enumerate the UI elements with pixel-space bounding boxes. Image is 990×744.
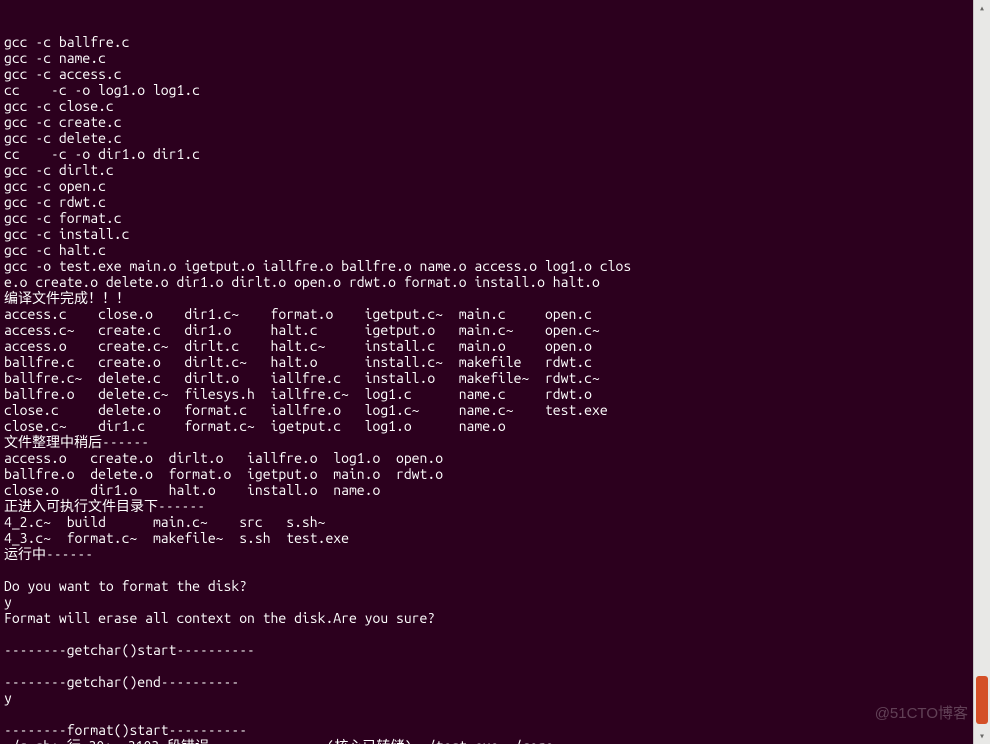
- terminal-output[interactable]: gcc -c ballfre.cgcc -c name.cgcc -c acce…: [0, 0, 972, 744]
- terminal-line: y: [4, 594, 968, 610]
- terminal-line: gcc -c access.c: [4, 66, 968, 82]
- terminal-line: 4_3.c~ format.c~ makefile~ s.sh test.exe: [4, 530, 968, 546]
- terminal-line: Format will erase all context on the dis…: [4, 610, 968, 626]
- terminal-line: close.c delete.o format.c iallfre.o log1…: [4, 402, 968, 418]
- terminal-line: ballfre.c create.o dirlt.c~ halt.o insta…: [4, 354, 968, 370]
- terminal-line: close.o dir1.o halt.o install.o name.o: [4, 482, 968, 498]
- terminal-line: gcc -c halt.c: [4, 242, 968, 258]
- terminal-line: y: [4, 690, 968, 706]
- terminal-line: 文件整理中稍后------: [4, 434, 968, 450]
- terminal-line: gcc -c format.c: [4, 210, 968, 226]
- terminal-line: gcc -c install.c: [4, 226, 968, 242]
- terminal-line: access.o create.o dirlt.o iallfre.o log1…: [4, 450, 968, 466]
- terminal-line: cc -c -o log1.o log1.c: [4, 82, 968, 98]
- terminal-line: ballfre.o delete.c~ filesys.h iallfre.c~…: [4, 386, 968, 402]
- terminal-line: 运行中------: [4, 546, 968, 562]
- terminal-line: [4, 658, 968, 674]
- terminal-line: gcc -c dirlt.c: [4, 162, 968, 178]
- terminal-line: access.c~ create.c dir1.o halt.c igetput…: [4, 322, 968, 338]
- terminal-line: ./s.sh: 行 30: 3103 段错误 (核心已转储) ./test.ex…: [4, 738, 968, 744]
- terminal-line: e.o create.o delete.o dir1.o dirlt.o ope…: [4, 274, 968, 290]
- terminal-line: gcc -o test.exe main.o igetput.o iallfre…: [4, 258, 968, 274]
- scroll-down-icon[interactable]: ▾: [974, 728, 990, 744]
- terminal-line: access.c close.o dir1.c~ format.o igetpu…: [4, 306, 968, 322]
- terminal-line: gcc -c name.c: [4, 50, 968, 66]
- terminal-line: 正进入可执行文件目录下------: [4, 498, 968, 514]
- terminal-line: 编译文件完成！！！: [4, 290, 968, 306]
- terminal-line: --------format()start----------: [4, 722, 968, 738]
- terminal-line: ballfre.o delete.o format.o igetput.o ma…: [4, 466, 968, 482]
- scroll-up-icon[interactable]: ▴: [974, 0, 990, 16]
- terminal-line: [4, 706, 968, 722]
- terminal-line: gcc -c close.c: [4, 98, 968, 114]
- terminal-line: ballfre.c~ delete.c dirlt.o iallfre.c in…: [4, 370, 968, 386]
- terminal-line: cc -c -o dir1.o dir1.c: [4, 146, 968, 162]
- terminal-line: [4, 562, 968, 578]
- terminal-line: 4_2.c~ build main.c~ src s.sh~: [4, 514, 968, 530]
- terminal-line: close.c~ dir1.c format.c~ igetput.c log1…: [4, 418, 968, 434]
- terminal-line: --------getchar()end----------: [4, 674, 968, 690]
- terminal-line: gcc -c rdwt.c: [4, 194, 968, 210]
- scrollbar-thumb[interactable]: [976, 676, 988, 724]
- terminal-line: gcc -c ballfre.c: [4, 34, 968, 50]
- terminal-line: Do you want to format the disk?: [4, 578, 968, 594]
- terminal-line: [4, 626, 968, 642]
- terminal-line: --------getchar()start----------: [4, 642, 968, 658]
- terminal-line: gcc -c open.c: [4, 178, 968, 194]
- terminal-line: gcc -c create.c: [4, 114, 968, 130]
- terminal-line: access.o create.c~ dirlt.c halt.c~ insta…: [4, 338, 968, 354]
- scrollbar[interactable]: ▴ ▾: [973, 0, 990, 744]
- terminal-line: gcc -c delete.c: [4, 130, 968, 146]
